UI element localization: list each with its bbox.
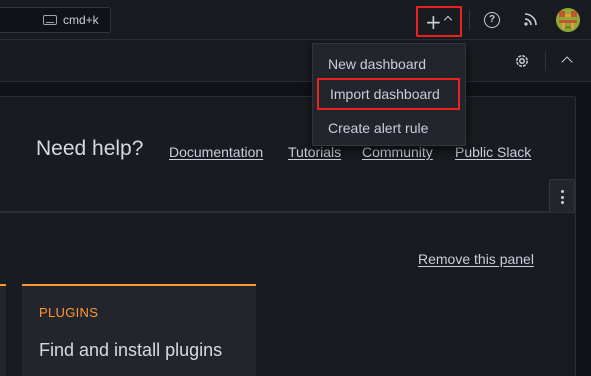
panel-menu-button[interactable] — [549, 179, 575, 213]
community-link[interactable]: Community — [362, 144, 433, 160]
tutorials-link[interactable]: Tutorials — [288, 144, 341, 160]
menu-item-create-alert-rule[interactable]: Create alert rule — [313, 112, 465, 144]
card-title: Find and install plugins — [39, 340, 223, 360]
help-icon[interactable]: ? — [484, 12, 500, 28]
keyboard-icon — [43, 15, 57, 25]
divider — [545, 51, 546, 71]
plus-icon: + — [425, 10, 442, 34]
news-feed-icon[interactable] — [523, 11, 539, 27]
add-new-button[interactable]: + — [416, 6, 462, 37]
keyboard-shortcut-hint: cmd+k — [43, 13, 99, 27]
add-new-menu: New dashboard Import dashboard Create al… — [312, 43, 466, 146]
documentation-link[interactable]: Documentation — [169, 144, 263, 160]
menu-item-new-dashboard[interactable]: New dashboard — [313, 48, 465, 80]
remove-panel-link[interactable]: Remove this panel — [418, 251, 534, 267]
help-title: Need help? — [36, 137, 144, 160]
top-navbar: cmd+k + ? — [0, 0, 591, 40]
help-panel: Need help? Documentation Tutorials Commu… — [0, 96, 576, 212]
plugins-card[interactable]: PLUGINS Find and install plugins — [22, 284, 256, 376]
card-label: PLUGINS — [39, 305, 99, 320]
kebab-menu-icon — [561, 190, 564, 204]
step-card[interactable] — [0, 284, 6, 376]
shortcut-label: cmd+k — [63, 13, 99, 27]
dashboard-toolbar — [0, 40, 591, 82]
public-slack-link[interactable]: Public Slack — [455, 144, 531, 160]
chevron-up-icon[interactable] — [561, 56, 573, 68]
search-input[interactable]: cmd+k — [0, 7, 111, 33]
divider — [469, 10, 470, 30]
menu-item-import-dashboard[interactable]: Import dashboard — [317, 78, 460, 110]
chevron-up-icon — [443, 15, 453, 25]
gear-icon[interactable] — [513, 52, 531, 70]
avatar[interactable] — [556, 8, 580, 32]
